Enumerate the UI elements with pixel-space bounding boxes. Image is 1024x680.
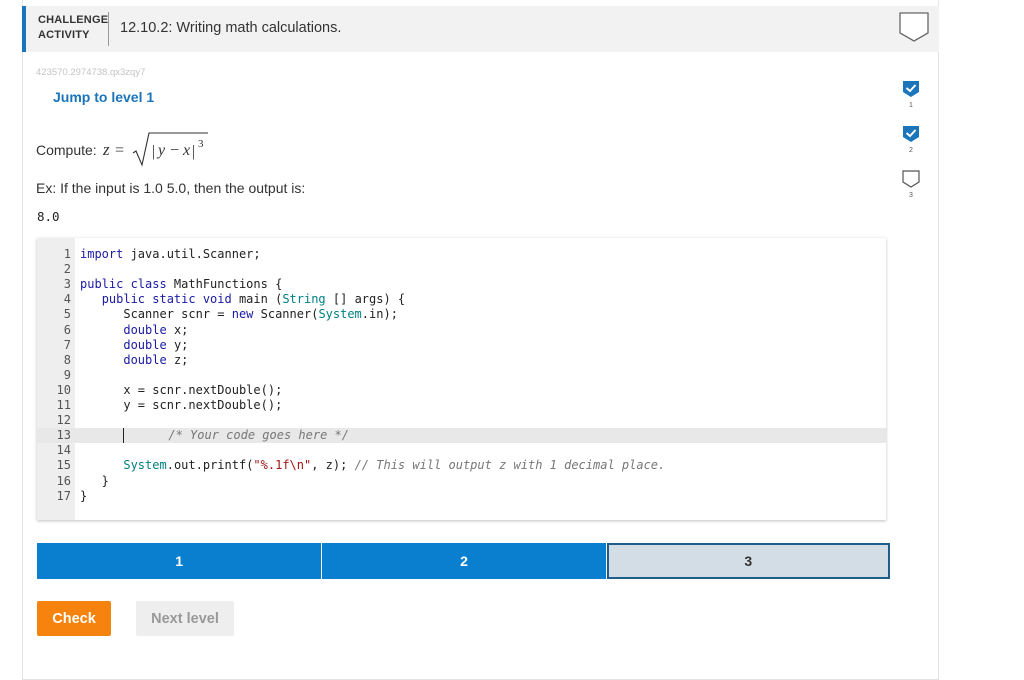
svg-text:−: − xyxy=(170,142,179,159)
line-number: 10 xyxy=(56,382,71,397)
code-line[interactable]: 2 xyxy=(37,262,886,277)
svg-text:=: = xyxy=(115,142,124,159)
badge-line-2: ACTIVITY xyxy=(38,29,90,41)
level-status-label: 1 xyxy=(909,102,913,109)
checkmark-icon xyxy=(903,81,919,97)
code-line[interactable]: 16 } xyxy=(37,474,886,489)
formula: z = | y − x | 3 xyxy=(103,132,208,167)
code-line[interactable]: 11 y = scnr.nextDouble(); xyxy=(37,398,886,413)
svg-text:3: 3 xyxy=(198,138,204,150)
line-number: 17 xyxy=(56,488,71,503)
line-number: 7 xyxy=(63,337,71,352)
line-number: 16 xyxy=(56,473,71,488)
activity-title: 12.10.2: Writing math calculations. xyxy=(120,20,342,36)
line-number: 2 xyxy=(63,262,71,277)
code-editor[interactable]: 1 import java.util.Scanner; 2 3 public class… xyxy=(37,238,886,520)
next-level-button[interactable]: Next level xyxy=(136,601,234,636)
code-text[interactable]: Scanner scnr = new Scanner(System.in); xyxy=(80,307,398,322)
code-line[interactable]: 15 System.out.printf("%.1f\n", z); // Th… xyxy=(37,458,886,473)
code-text[interactable]: } xyxy=(80,474,109,489)
level-segment-3[interactable]: 3 xyxy=(606,543,890,579)
level-progress-bar: 123 xyxy=(37,543,890,579)
code-text[interactable]: public class MathFunctions { xyxy=(80,277,282,292)
code-text[interactable]: double x; xyxy=(80,323,188,338)
compute-prompt: Compute: z = | y − x | 3 xyxy=(36,128,213,172)
line-number: 8 xyxy=(63,352,71,367)
code-text[interactable]: System.out.printf("%.1f\n", z); // This … xyxy=(80,458,665,473)
line-number: 9 xyxy=(63,367,71,382)
expected-output: 8.0 xyxy=(37,209,60,224)
page: CHALLENGE ACTIVITY 12.10.2: Writing math… xyxy=(0,0,1024,680)
compute-label: Compute: xyxy=(36,142,97,158)
level-status-label: 2 xyxy=(909,147,913,154)
checkmark-icon xyxy=(903,126,919,142)
line-number: 14 xyxy=(56,443,71,458)
completion-checkbox-icon xyxy=(899,12,929,42)
code-text[interactable]: public static void main (String [] args)… xyxy=(80,292,405,307)
code-line[interactable]: 8 double z; xyxy=(37,353,886,368)
line-number: 3 xyxy=(63,277,71,292)
code-line[interactable]: 7 double y; xyxy=(37,338,886,353)
code-text[interactable]: x = scnr.nextDouble(); xyxy=(80,383,282,398)
code-text[interactable]: import java.util.Scanner; xyxy=(80,247,261,262)
example-text: Ex: If the input is 1.0 5.0, then the ou… xyxy=(36,180,306,196)
challenge-activity-badge: CHALLENGE ACTIVITY xyxy=(38,13,108,43)
svg-text:|: | xyxy=(192,143,195,160)
line-number: 1 xyxy=(63,247,71,261)
svg-text:z: z xyxy=(103,140,110,159)
svg-text:y: y xyxy=(156,142,166,159)
level-segment-1[interactable]: 1 xyxy=(37,543,322,579)
level-status-label: 3 xyxy=(909,192,913,199)
check-button[interactable]: Check xyxy=(37,601,111,636)
activity-id: 423570.2974738.qx3zqy7 xyxy=(36,67,146,78)
code-line[interactable]: 10 x = scnr.nextDouble(); xyxy=(37,383,886,398)
code-text[interactable]: double y; xyxy=(80,338,188,353)
line-number: 4 xyxy=(63,292,71,307)
svg-text:x: x xyxy=(182,142,190,159)
code-line[interactable]: 13 /* Your code goes here */ xyxy=(37,428,886,444)
badge-line-1: CHALLENGE xyxy=(38,14,109,26)
line-number: 13 xyxy=(56,428,71,443)
code-line[interactable]: 14 xyxy=(37,443,886,458)
line-number: 5 xyxy=(63,307,71,322)
code-line[interactable]: 6 double x; xyxy=(37,323,886,338)
empty-checkbox-icon xyxy=(902,170,920,188)
code-line[interactable]: 3 public class MathFunctions { xyxy=(37,277,886,292)
activity-header: CHALLENGE ACTIVITY 12.10.2: Writing math… xyxy=(22,6,939,52)
code-text[interactable]: } xyxy=(80,489,87,504)
code-text[interactable]: double z; xyxy=(80,353,188,368)
line-number: 6 xyxy=(63,322,71,337)
code-line[interactable]: 5 Scanner scnr = new Scanner(System.in); xyxy=(37,307,886,322)
code-line[interactable]: 17} xyxy=(37,489,886,504)
line-number: 15 xyxy=(56,458,71,473)
code-text[interactable]: /* Your code goes here */ xyxy=(123,428,349,444)
level-segment-2[interactable]: 2 xyxy=(322,543,606,579)
code-line[interactable]: 9 xyxy=(37,368,886,383)
jump-to-level-link[interactable]: Jump to level 1 xyxy=(53,89,154,105)
line-number: 12 xyxy=(56,413,71,428)
line-number: 11 xyxy=(56,398,71,412)
code-line[interactable]: 4 public static void main (String [] arg… xyxy=(37,292,886,307)
code-line[interactable]: 1 import java.util.Scanner; xyxy=(37,247,886,262)
code-text[interactable]: y = scnr.nextDouble(); xyxy=(80,398,282,413)
code-line[interactable]: 12 xyxy=(37,413,886,428)
svg-text:|: | xyxy=(152,143,155,160)
header-divider xyxy=(108,12,109,46)
